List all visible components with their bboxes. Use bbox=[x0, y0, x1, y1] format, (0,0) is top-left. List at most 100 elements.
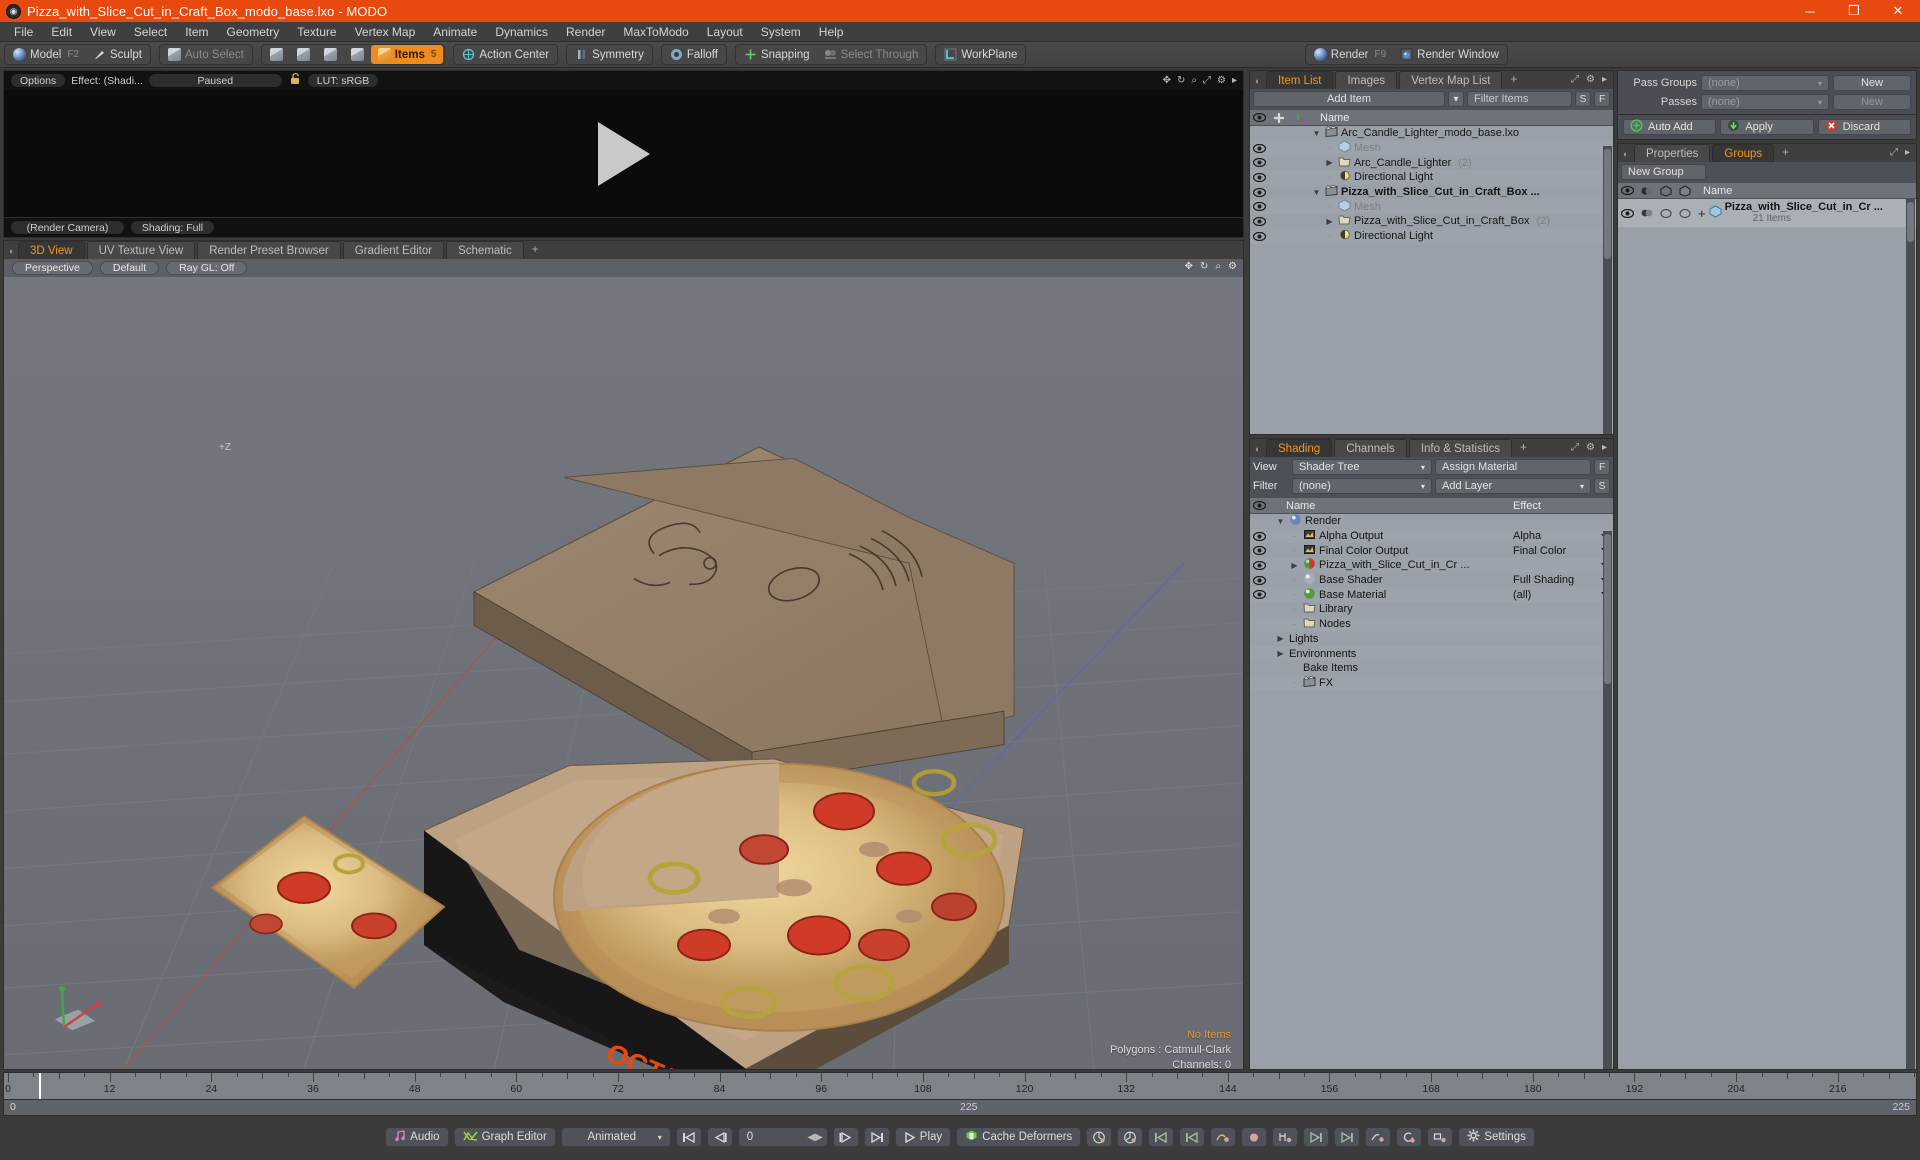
symmetry-button[interactable]: Symmetry bbox=[568, 45, 651, 64]
audio-button[interactable]: Audio bbox=[385, 1127, 449, 1147]
menu-item-vertex-map[interactable]: Vertex Map bbox=[346, 22, 425, 42]
shading-row-effect[interactable]: (all) bbox=[1513, 589, 1613, 601]
graph-editor-button[interactable]: Graph Editor bbox=[453, 1127, 556, 1147]
preview-lut-button[interactable]: LUT: sRGB bbox=[306, 73, 380, 88]
tab-add-button[interactable]: + bbox=[1776, 144, 1795, 162]
shading-row[interactable]: ▼ Render bbox=[1250, 514, 1613, 529]
snapping-button[interactable]: Snapping bbox=[737, 45, 817, 64]
tab-schematic[interactable]: Schematic bbox=[446, 241, 524, 259]
key-cycle-button[interactable] bbox=[1396, 1127, 1423, 1147]
viewport-button-perspective[interactable]: Perspective bbox=[12, 261, 93, 275]
menu-item-maxtomodo[interactable]: MaxToModo bbox=[614, 22, 697, 42]
chevron-down-icon[interactable]: ▼ bbox=[1275, 517, 1286, 526]
shading-row-effect[interactable] bbox=[1513, 562, 1613, 568]
shading-row[interactable]: · Final Color Output Final Color bbox=[1250, 543, 1613, 558]
preview-effect-label[interactable]: Effect: (Shadi... bbox=[71, 75, 143, 87]
viewport-3d-canvas[interactable]: OCTAGON PIZZA bbox=[3, 277, 1244, 1070]
menu-item-geometry[interactable]: Geometry bbox=[218, 22, 289, 42]
pass-groups-new-button[interactable]: New bbox=[1833, 75, 1911, 91]
add-key-curve-button[interactable] bbox=[1210, 1127, 1237, 1147]
chevron-down-icon[interactable]: ▼ bbox=[1311, 129, 1322, 138]
row-visibility-toggle[interactable] bbox=[1250, 172, 1269, 182]
close-button[interactable]: ✕ bbox=[1876, 0, 1920, 22]
item-list-scrollbar[interactable] bbox=[1603, 146, 1612, 434]
next-key-jump-button[interactable] bbox=[1303, 1127, 1330, 1147]
shader-tree-select[interactable]: Shader Tree ▾ bbox=[1292, 459, 1432, 475]
group-row[interactable]: + Pizza_with_Slice_Cut_in_Cr ... 21 Item… bbox=[1618, 199, 1916, 227]
menu-item-dynamics[interactable]: Dynamics bbox=[486, 22, 557, 42]
shading-row[interactable]: · Library bbox=[1250, 602, 1613, 617]
menu-item-item[interactable]: Item bbox=[176, 22, 217, 42]
previous-key-button[interactable] bbox=[706, 1127, 733, 1147]
viewport-gear-icon[interactable]: ⚙ bbox=[1228, 261, 1237, 272]
menu-item-help[interactable]: Help bbox=[810, 22, 853, 42]
shading-row-effect[interactable]: Full Shading bbox=[1513, 574, 1613, 586]
vertices-mode-button[interactable] bbox=[263, 45, 290, 64]
shading-row[interactable]: ▶ Pizza_with_Slice_Cut_in_Cr ... bbox=[1250, 558, 1613, 573]
shading-row[interactable]: · Nodes bbox=[1250, 616, 1613, 632]
tab-add-button[interactable]: + bbox=[1514, 439, 1533, 457]
viewport-zoom-icon[interactable]: ⌕ bbox=[1215, 261, 1221, 272]
menu-item-view[interactable]: View bbox=[81, 22, 125, 42]
timeline-range-bar[interactable]: 0 225 225 bbox=[3, 1100, 1917, 1116]
shading-row-effect[interactable]: Final Color bbox=[1513, 545, 1613, 557]
item-list-row[interactable]: · Directional Light bbox=[1250, 170, 1613, 185]
maximize-button[interactable]: ❐ bbox=[1832, 0, 1876, 22]
apply-button[interactable]: Apply bbox=[1720, 119, 1814, 135]
play-button[interactable]: Play bbox=[894, 1127, 952, 1147]
menu-item-render[interactable]: Render bbox=[557, 22, 614, 42]
rotate-icon[interactable]: ↻ bbox=[1177, 75, 1185, 86]
animated-select[interactable]: Animated ▾ bbox=[560, 1127, 671, 1147]
tab-item-list[interactable]: Item List bbox=[1266, 71, 1334, 89]
unkey-channels-button[interactable] bbox=[1117, 1127, 1144, 1147]
chevron-right-icon[interactable]: ▶ bbox=[1275, 649, 1286, 658]
shading-gear-icon[interactable]: ⚙ bbox=[1586, 442, 1595, 453]
chevron-right-icon[interactable]: ▶ bbox=[1289, 561, 1300, 570]
key-range-button[interactable] bbox=[1272, 1127, 1299, 1147]
shading-row[interactable]: · FX bbox=[1250, 675, 1613, 691]
shading-s-button[interactable]: S bbox=[1594, 478, 1610, 494]
row-visibility-toggle[interactable] bbox=[1250, 158, 1269, 168]
gear-icon[interactable]: ⚙ bbox=[1217, 75, 1226, 86]
chevron-down-icon[interactable]: ▼ bbox=[1311, 188, 1322, 197]
tab-groups[interactable]: Groups bbox=[1712, 144, 1775, 162]
filter-items-input[interactable]: Filter Items bbox=[1467, 91, 1572, 107]
shading-row-visibility-toggle[interactable] bbox=[1250, 531, 1269, 541]
action-center-button[interactable]: Action Center bbox=[455, 45, 556, 64]
tab-images[interactable]: Images bbox=[1335, 71, 1398, 89]
viewport-move-icon[interactable]: ✥ bbox=[1185, 261, 1193, 272]
tab-3d-view[interactable]: 3D View bbox=[18, 241, 85, 259]
chevron-right-icon[interactable]: ▶ bbox=[1275, 634, 1286, 643]
item-list-row[interactable]: ▼ Arc_Candle_Lighter_modo_base.lxo bbox=[1250, 126, 1613, 141]
go-to-start-button[interactable] bbox=[675, 1127, 702, 1147]
shading-filter-select[interactable]: (none) ▾ bbox=[1292, 478, 1432, 494]
item-list-row[interactable]: · Mesh bbox=[1250, 140, 1613, 156]
prev-key-jump2-button[interactable] bbox=[1179, 1127, 1206, 1147]
tab-vertex-map-list[interactable]: Vertex Map List bbox=[1399, 71, 1503, 89]
tab-add-button[interactable]: + bbox=[1504, 71, 1523, 89]
chevron-right-icon[interactable]: ▶ bbox=[1324, 217, 1335, 226]
row-visibility-toggle[interactable] bbox=[1250, 216, 1269, 226]
assign-material-button[interactable]: Assign Material bbox=[1435, 459, 1591, 475]
item-list-expand-icon[interactable]: ⤢ bbox=[1571, 74, 1579, 85]
items-mode-button[interactable]: Items 5 bbox=[370, 45, 444, 64]
group-row-render-icon[interactable] bbox=[1637, 208, 1656, 218]
tab-add-button[interactable]: + bbox=[526, 241, 545, 259]
group-row-shaded-toggle[interactable] bbox=[1656, 208, 1675, 219]
item-list-f-button[interactable]: F bbox=[1594, 91, 1610, 107]
item-list-row[interactable]: · Mesh bbox=[1250, 199, 1613, 215]
group-row-eye-icon[interactable] bbox=[1618, 208, 1637, 218]
menu-item-edit[interactable]: Edit bbox=[42, 22, 81, 42]
play-triangle-icon[interactable] bbox=[597, 121, 650, 186]
key-button[interactable] bbox=[1241, 1127, 1268, 1147]
move-icon[interactable]: ✥ bbox=[1163, 75, 1171, 86]
group-row-wire-toggle[interactable] bbox=[1675, 208, 1694, 219]
tab-info-statistics[interactable]: Info & Statistics bbox=[1408, 439, 1513, 457]
shading-scrollbar[interactable] bbox=[1603, 531, 1612, 1069]
menu-item-select[interactable]: Select bbox=[125, 22, 176, 42]
shading-row-visibility-toggle[interactable] bbox=[1250, 560, 1269, 570]
shading-row[interactable]: ▶ Environments bbox=[1250, 646, 1613, 661]
shading-row[interactable]: Bake Items bbox=[1250, 661, 1613, 676]
playhead[interactable] bbox=[39, 1073, 41, 1099]
item-list-gear-icon[interactable]: ⚙ bbox=[1586, 74, 1595, 85]
